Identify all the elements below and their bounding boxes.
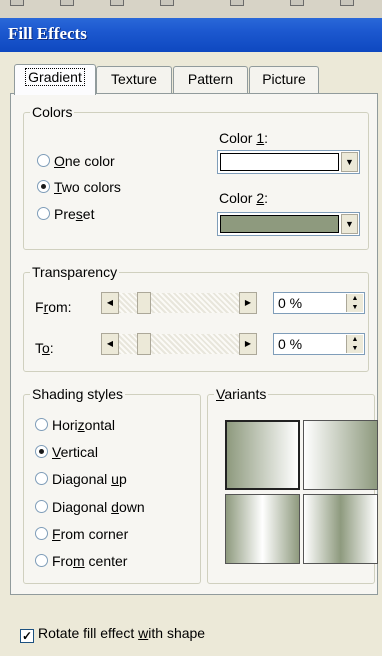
tab-label: Pattern: [187, 71, 234, 87]
tab-gradient[interactable]: Gradient: [14, 64, 96, 95]
radio-button-icon: [35, 500, 48, 513]
title-bar[interactable]: Fill Effects: [0, 18, 382, 52]
checkbox-icon[interactable]: ✓: [20, 629, 34, 643]
arrow-right-icon[interactable]: ▶: [239, 292, 257, 314]
color1-label: Color 1:: [219, 130, 269, 146]
color2-swatch: [220, 215, 339, 233]
background-toolbar-strip: [0, 0, 382, 18]
radio-button-icon: [37, 154, 50, 167]
variant-1[interactable]: [225, 420, 300, 490]
from-slider[interactable]: ◀ ▶: [101, 292, 257, 314]
toolbar-icon: [160, 0, 174, 6]
color1-swatch: [220, 153, 339, 171]
arrow-left-icon[interactable]: ◀: [101, 333, 119, 355]
window-title: Fill Effects: [8, 24, 87, 43]
radio-button-icon: [35, 445, 48, 458]
tab-pattern[interactable]: Pattern: [173, 66, 248, 93]
radio-horizontal[interactable]: Horizontal: [35, 416, 115, 434]
tab-label: Gradient: [25, 68, 85, 86]
radio-diagonal-up[interactable]: Diagonal up: [35, 470, 127, 488]
rotate-with-shape-checkbox[interactable]: ✓ Rotate fill effect with shape: [20, 625, 205, 643]
radio-two-colors[interactable]: Two colors: [37, 178, 121, 196]
color1-dropdown[interactable]: ▼: [217, 150, 360, 174]
toolbar-icon: [230, 0, 244, 6]
arrow-left-icon[interactable]: ◀: [101, 292, 119, 314]
to-slider[interactable]: ◀ ▶: [101, 333, 257, 355]
to-percent-value[interactable]: 0 %: [278, 336, 302, 352]
radio-from-center[interactable]: From center: [35, 552, 127, 570]
radio-button-icon: [35, 472, 48, 485]
radio-diagonal-down[interactable]: Diagonal down: [35, 498, 145, 516]
from-percent-spinner[interactable]: 0 % ▲ ▼: [273, 292, 365, 314]
radio-from-corner[interactable]: From corner: [35, 525, 128, 543]
to-label: To:: [35, 340, 54, 356]
tab-picture[interactable]: Picture: [249, 66, 319, 93]
radio-vertical[interactable]: Vertical: [35, 443, 98, 461]
radio-button-icon: [37, 207, 50, 220]
to-percent-spinner[interactable]: 0 % ▲ ▼: [273, 333, 365, 355]
gradient-panel: Colors One color Two colors Preset Color…: [10, 93, 378, 595]
variant-2[interactable]: [303, 420, 378, 490]
shading-legend: Shading styles: [32, 386, 124, 402]
variants-legend: Variants: [216, 386, 267, 402]
chevron-down-icon[interactable]: ▼: [341, 152, 358, 172]
radio-button-icon: [35, 418, 48, 431]
toolbar-icon: [10, 0, 24, 6]
radio-one-color[interactable]: One color: [37, 152, 115, 170]
color2-label: Color 2:: [219, 190, 269, 206]
transparency-group: Transparency: [23, 264, 369, 372]
toolbar-icon: [60, 0, 74, 6]
toolbar-icon: [290, 0, 304, 6]
toolbar-icon: [110, 0, 124, 6]
radio-button-icon: [37, 180, 50, 193]
slider-thumb[interactable]: [137, 292, 151, 314]
tab-label: Picture: [262, 71, 306, 87]
color2-dropdown[interactable]: ▼: [217, 212, 360, 236]
toolbar-icon: [340, 0, 354, 6]
from-label: From:: [35, 299, 72, 315]
variant-4[interactable]: [303, 494, 378, 564]
tab-label: Texture: [111, 71, 157, 87]
radio-button-icon: [35, 527, 48, 540]
arrow-right-icon[interactable]: ▶: [239, 333, 257, 355]
chevron-down-icon[interactable]: ▼: [341, 214, 358, 234]
variant-3[interactable]: [225, 494, 300, 564]
spin-arrows-icon[interactable]: ▲ ▼: [346, 294, 363, 312]
transparency-legend: Transparency: [32, 264, 118, 280]
colors-legend: Colors: [32, 104, 73, 120]
spin-arrows-icon[interactable]: ▲ ▼: [346, 335, 363, 353]
tab-texture[interactable]: Texture: [96, 66, 172, 93]
slider-thumb[interactable]: [137, 333, 151, 355]
radio-preset[interactable]: Preset: [37, 205, 94, 223]
from-percent-value[interactable]: 0 %: [278, 295, 302, 311]
radio-button-icon: [35, 554, 48, 567]
